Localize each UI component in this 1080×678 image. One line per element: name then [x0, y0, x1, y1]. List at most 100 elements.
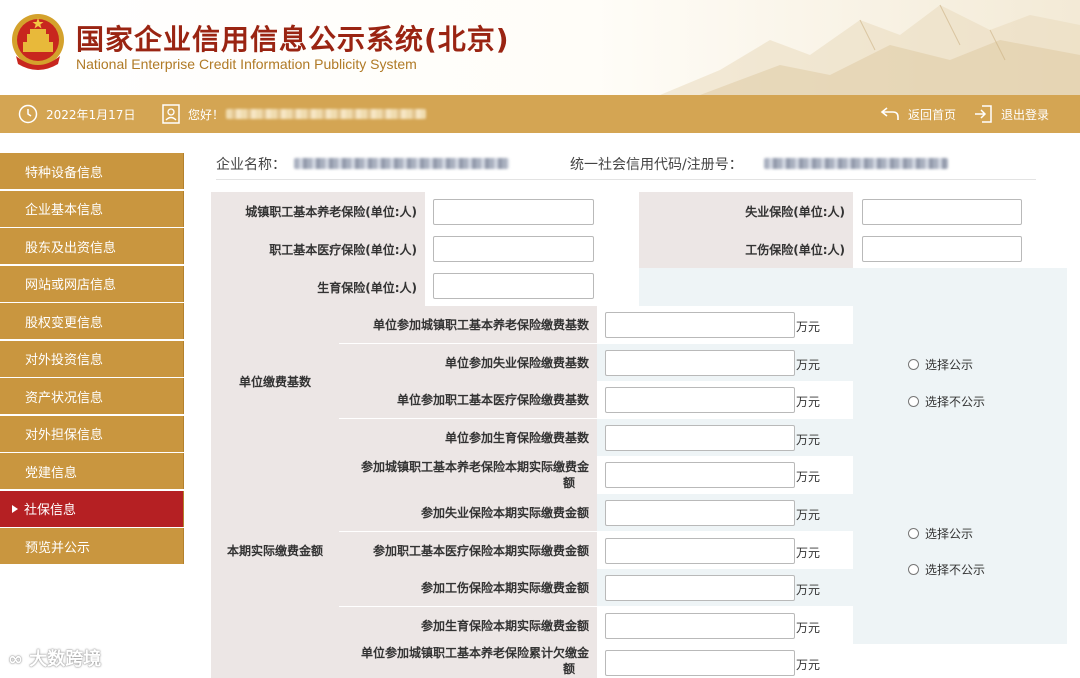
sidebar-nav: 特种设备信息企业基本信息股东及出资信息 网站或网店信息 股权变更信息 对外投资信息 资产…: [0, 153, 184, 566]
label-urban-pension: 城镇职工基本养老保险(单位:人): [211, 192, 425, 230]
base-amount-input[interactable]: [605, 387, 795, 413]
actual-group-label: 本期实际缴费金额: [211, 456, 339, 644]
cell-empty-row3: [639, 268, 1067, 306]
actual-amount-input[interactable]: [605, 500, 795, 526]
actual-unit: 万元: [796, 546, 821, 560]
actual-row-label: 参加城镇职工基本养老保险本期实际缴费金额: [339, 456, 597, 494]
sidebar-item[interactable]: 企业基本信息: [0, 190, 184, 227]
base-unit: 万元: [796, 320, 821, 334]
clock-icon: [18, 104, 38, 124]
sidebar-item[interactable]: 对外投资信息: [0, 340, 184, 377]
sidebar-item-label: 股东及出资信息: [25, 240, 117, 256]
watermark: ∞ 大数跨境: [8, 645, 101, 671]
actual-amount-input[interactable]: [605, 538, 795, 564]
maternity-input[interactable]: [433, 273, 594, 299]
base-radio-cell: [853, 306, 1067, 456]
medical-input[interactable]: [433, 236, 594, 262]
actual-amount-input[interactable]: [605, 462, 795, 488]
sidebar-item-label: 资产状况信息: [25, 390, 104, 406]
actual-radio-publish[interactable]: 选择公示: [908, 525, 973, 542]
home-link[interactable]: 返回首页: [880, 95, 956, 133]
radio-circle-icon: [908, 396, 919, 407]
logout-link[interactable]: 退出登录: [973, 95, 1049, 133]
radio-label: 选择公示: [925, 527, 974, 541]
credit-code-label: 统一社会信用代码/注册号：: [570, 157, 743, 173]
base-unit: 万元: [796, 395, 821, 409]
label-injury: 工伤保险(单位:人): [639, 230, 853, 268]
arrears-unit: 万元: [796, 658, 821, 672]
actual-amount-input[interactable]: [605, 613, 795, 639]
actual-radio-no-publish[interactable]: 选择不公示: [908, 561, 985, 578]
arrears-row-label-line2: 额: [562, 662, 575, 676]
sidebar-item-label: 网站或网店信息: [25, 278, 117, 293]
sidebar-item[interactable]: 党建信息: [0, 453, 184, 489]
site-header: 国家企业信用信息公示系统(北京) National Enterprise Cre…: [0, 0, 1080, 95]
base-amount-input[interactable]: [605, 350, 795, 376]
base-row-label: 单位参加失业保险缴费基数: [339, 344, 597, 381]
base-amount-input[interactable]: [605, 312, 795, 338]
actual-unit: 万元: [796, 508, 821, 522]
company-name-label: 企业名称：: [216, 157, 286, 173]
active-arrow-icon: [12, 504, 18, 513]
watermark-logo-icon: ∞: [8, 649, 30, 670]
actual-row-label: 参加工伤保险本期实际缴费金额: [339, 569, 597, 606]
sidebar-item[interactable]: 资产状况信息: [0, 378, 184, 414]
arrears-row-label: 单位参加城镇职工基本养老保险累计欠缴金 额: [339, 644, 597, 678]
sidebar-item-label: 预览并公示: [25, 540, 91, 556]
radio-label: 选择不公示: [925, 395, 986, 409]
sidebar-item[interactable]: 股权变更信息: [0, 303, 184, 339]
home-link-label: 返回首页: [908, 107, 957, 122]
arrears-input[interactable]: [605, 650, 795, 676]
blurred-company-name: [294, 158, 509, 169]
radio-circle-icon: [908, 564, 919, 575]
actual-row-label-line2: 额: [562, 476, 575, 490]
label-maternity: 生育保险(单位:人): [211, 268, 425, 306]
actual-radio-cell: [853, 456, 1067, 644]
actual-row-label: 参加职工基本医疗保险本期实际缴费金额: [339, 532, 597, 569]
actual-unit: 万元: [796, 583, 821, 597]
urban-pension-input[interactable]: [433, 199, 594, 225]
date-display: 2022年1月17日: [18, 95, 135, 133]
base-row-label: 单位参加城镇职工基本养老保险缴费基数: [339, 306, 597, 343]
radio-label: 选择公示: [925, 358, 974, 372]
base-row-label: 单位参加生育保险缴费基数: [339, 419, 597, 456]
unemployment-input[interactable]: [862, 199, 1022, 225]
sidebar-item-label: 对外担保信息: [25, 428, 104, 443]
greeting-text: 您好！: [188, 107, 225, 122]
national-emblem-icon: [12, 14, 64, 70]
company-info: 企业名称： 统一社会信用代码/注册号：: [216, 152, 1036, 180]
sidebar-item[interactable]: 网站或网店信息: [0, 265, 184, 302]
actual-amount-input[interactable]: [605, 575, 795, 601]
base-amount-input[interactable]: [605, 425, 795, 451]
sidebar-item[interactable]: 社保信息: [0, 490, 184, 527]
actual-row-label-line1: 参加城镇职工基本养老保险本期实际缴费金: [360, 460, 589, 474]
user-card-icon: [162, 104, 180, 124]
actual-unit: 万元: [796, 621, 821, 635]
sidebar-item[interactable]: 预览并公示: [0, 528, 184, 564]
top-bar: 2022年1月17日 您好！ 返回首页 退出登录: [0, 95, 1080, 133]
radio-circle-icon: [908, 528, 919, 539]
site-title: 国家企业信用信息公示系统(北京): [76, 23, 510, 56]
sidebar-item[interactable]: 对外担保信息: [0, 415, 184, 452]
date-text: 2022年1月17日: [46, 107, 136, 122]
base-radio-no-publish[interactable]: 选择不公示: [908, 393, 985, 410]
sidebar-item-label: 特种设备信息: [25, 165, 104, 181]
arrears-radio-cell: [853, 644, 1067, 678]
radio-label: 选择不公示: [925, 563, 986, 577]
arrears-group-label: [211, 644, 339, 678]
arrears-row-label-line1: 单位参加城镇职工基本养老保险累计欠缴金: [360, 646, 589, 660]
actual-row-label: 参加失业保险本期实际缴费金额: [339, 494, 597, 531]
sidebar-item[interactable]: 股东及出资信息: [0, 228, 184, 264]
injury-input[interactable]: [862, 236, 1022, 262]
sidebar-item-label: 对外投资信息: [25, 353, 104, 368]
radio-circle-icon: [908, 359, 919, 370]
sidebar-item-label: 党建信息: [25, 465, 78, 481]
label-unemployment: 失业保险(单位:人): [639, 192, 853, 230]
actual-row-label: 参加生育保险本期实际缴费金额: [339, 607, 597, 644]
watermark-text: 大数跨境: [29, 649, 102, 670]
sidebar-item[interactable]: 特种设备信息: [0, 153, 184, 189]
logout-link-label: 退出登录: [1001, 107, 1050, 122]
sidebar-item-label: 股权变更信息: [25, 315, 104, 331]
site-subtitle: National Enterprise Credit Information P…: [76, 56, 417, 72]
base-radio-publish[interactable]: 选择公示: [908, 356, 973, 373]
